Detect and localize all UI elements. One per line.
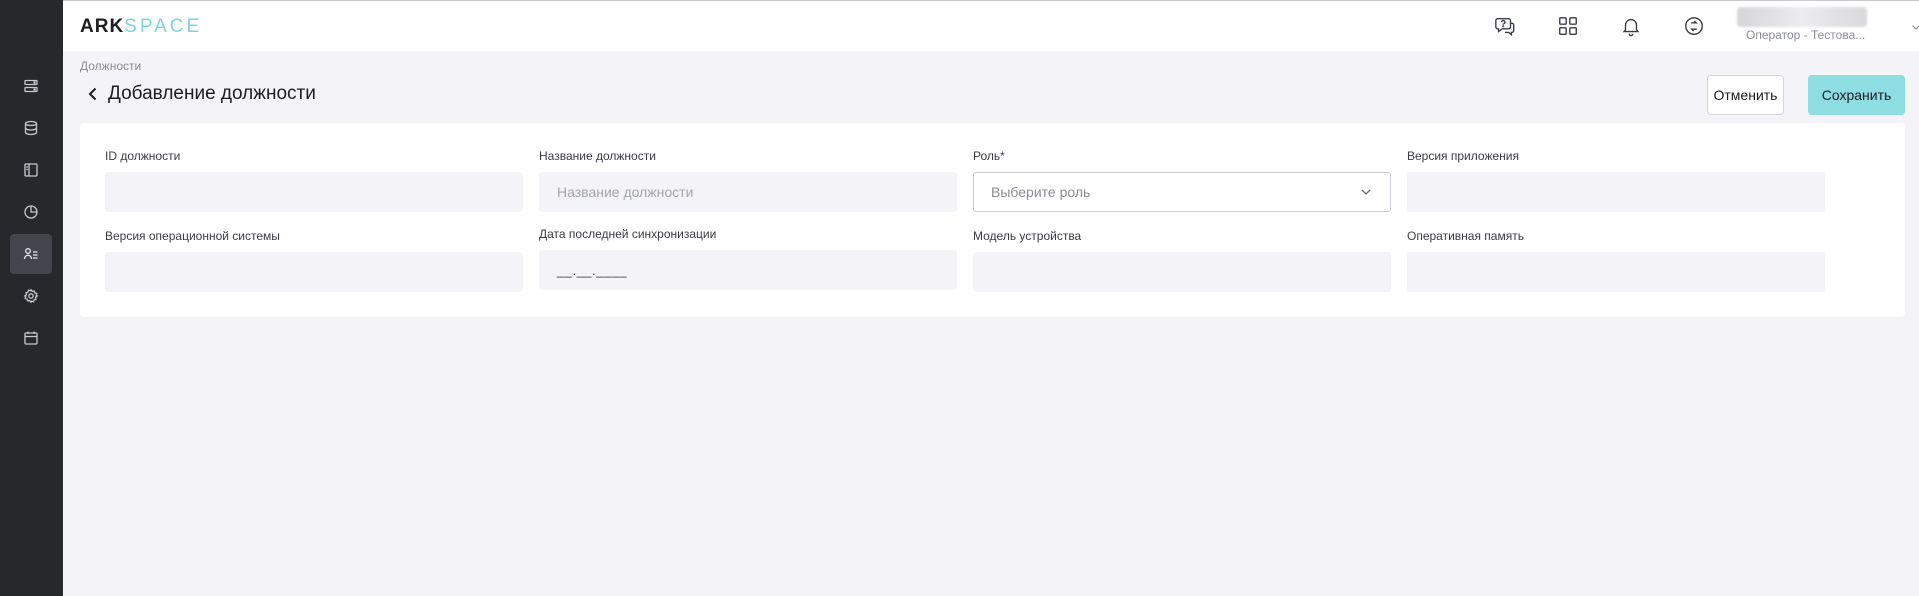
app-logo[interactable]: ARK SPACE	[80, 16, 202, 38]
user-menu[interactable]: Оператор - Тестова...	[1737, 7, 1919, 45]
sidebar-item-calendar[interactable]	[10, 318, 52, 358]
date-mask: __.__.____	[557, 262, 628, 278]
chevron-down-icon	[1912, 25, 1919, 30]
database-icon	[24, 120, 38, 136]
os-version-label: Версия операционной системы	[105, 229, 280, 243]
back-button[interactable]	[84, 85, 102, 103]
cancel-button[interactable]: Отменить	[1707, 75, 1784, 115]
bell-icon	[1622, 18, 1640, 37]
position-id-label: ID должности	[105, 149, 181, 163]
position-form: ID должности Название должности Роль* Вы…	[80, 123, 1905, 317]
apps-grid-icon	[1559, 17, 1577, 35]
device-model-input[interactable]	[973, 252, 1391, 292]
last-sync-date-input[interactable]: __.__.____	[539, 250, 957, 290]
logo-part-ark: ARK	[80, 16, 125, 37]
role-label: Роль*	[973, 149, 1005, 163]
calendar-icon	[24, 331, 38, 345]
logo-part-space: SPACE	[124, 16, 203, 37]
position-name-input[interactable]	[539, 172, 957, 212]
topbar: ARK SPACE Оператор - Тестова...	[63, 0, 1919, 51]
chevron-left-icon	[88, 87, 97, 101]
notifications-button[interactable]	[1619, 14, 1643, 38]
chevron-down-icon	[1361, 189, 1371, 195]
layout-panel-icon	[24, 163, 38, 177]
server-list-icon	[24, 79, 38, 93]
position-id-input[interactable]	[105, 172, 523, 212]
sync-button[interactable]	[1682, 14, 1706, 38]
sidebar-item-layout[interactable]	[10, 150, 52, 190]
role-select-placeholder: Выберите роль	[991, 184, 1091, 200]
device-model-label: Модель устройства	[973, 229, 1082, 243]
app-version-label: Версия приложения	[1407, 149, 1519, 163]
sidebar-item-servers[interactable]	[10, 66, 52, 106]
ram-label: Оперативная память	[1407, 229, 1524, 243]
page-title: Добавление должности	[108, 83, 316, 104]
breadcrumb[interactable]: Должности	[80, 59, 141, 73]
user-role: Оператор - Тестова...	[1746, 28, 1866, 42]
last-sync-date-label: Дата последней синхронизации	[539, 227, 717, 241]
apps-grid-button[interactable]	[1556, 14, 1580, 38]
user-name-redacted	[1737, 7, 1867, 27]
sidebar-item-users[interactable]	[10, 234, 52, 274]
role-select[interactable]: Выберите роль	[973, 172, 1391, 212]
help-chat-button[interactable]	[1493, 14, 1517, 38]
sync-icon	[1685, 17, 1703, 35]
sidebar-item-reports[interactable]	[10, 192, 52, 232]
os-version-input[interactable]	[105, 252, 523, 292]
save-button[interactable]: Сохранить	[1808, 75, 1905, 115]
sidebar-item-settings[interactable]	[10, 276, 52, 316]
position-name-label: Название должности	[539, 149, 656, 163]
sidebar-item-database[interactable]	[10, 108, 52, 148]
users-list-icon	[23, 248, 38, 260]
help-chat-icon	[1495, 17, 1515, 37]
ram-input[interactable]	[1407, 252, 1825, 292]
sidebar	[0, 0, 63, 596]
page-header: Добавление должности	[84, 83, 316, 105]
settings-gear-icon	[23, 288, 39, 304]
pie-chart-icon	[24, 205, 38, 219]
app-version-input[interactable]	[1407, 172, 1825, 212]
